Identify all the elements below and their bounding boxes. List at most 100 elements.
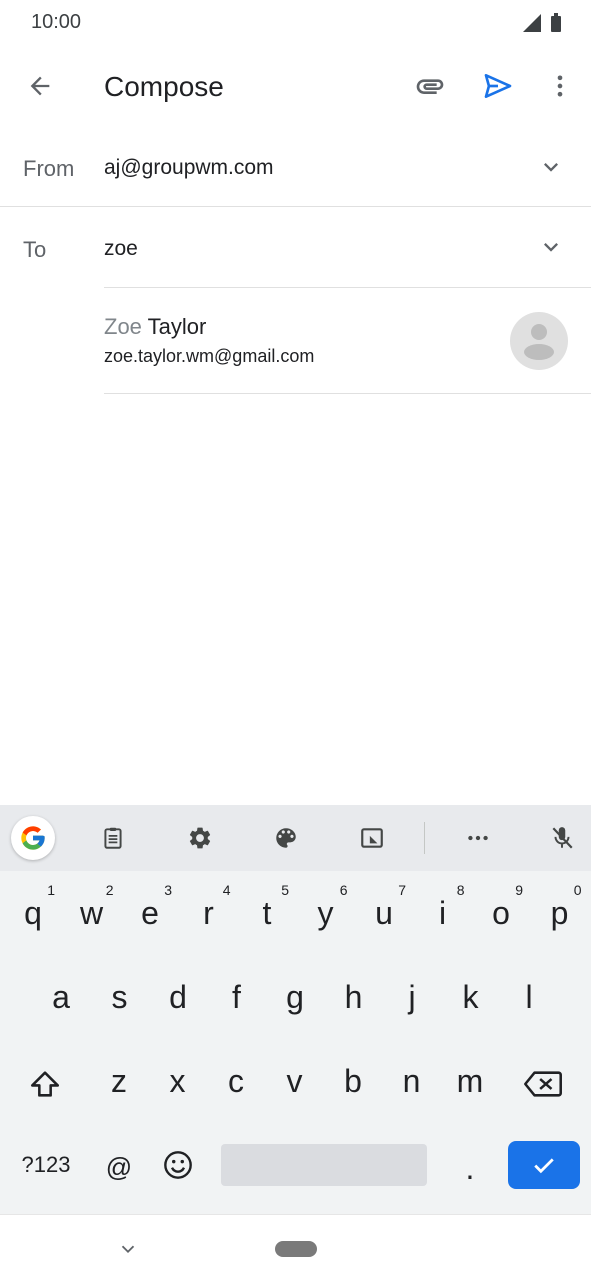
google-icon: [21, 826, 45, 850]
key-v[interactable]: v: [267, 1046, 323, 1116]
divider: [104, 287, 591, 288]
key-s[interactable]: s: [92, 962, 148, 1032]
keyboard: q1w2e3r4t5y6u7i8o9p0 asdfghjkl zxcvbnm ?…: [0, 805, 591, 1214]
divider: [104, 393, 591, 394]
more-options-button[interactable]: [540, 66, 580, 106]
symbols-key[interactable]: ?123: [10, 1130, 82, 1200]
key-hint: 8: [456, 882, 465, 898]
contact-name: Zoe Taylor: [104, 314, 206, 340]
period-key[interactable]: .: [442, 1133, 498, 1203]
floating-keyboard-icon: [361, 828, 383, 848]
at-key[interactable]: @: [91, 1132, 147, 1202]
settings-button[interactable]: [179, 817, 221, 859]
key-u[interactable]: u7: [356, 878, 412, 948]
hide-keyboard-button[interactable]: [112, 1233, 144, 1265]
google-button[interactable]: [11, 816, 55, 860]
key-b[interactable]: b: [325, 1046, 381, 1116]
key-label: y: [317, 894, 334, 931]
done-key[interactable]: [508, 1141, 580, 1189]
status-time: 10:00: [31, 11, 82, 33]
key-x[interactable]: x: [150, 1046, 206, 1116]
contact-name-match: Zoe: [104, 314, 142, 339]
key-hint: 5: [281, 882, 289, 898]
backspace-key[interactable]: [515, 1049, 571, 1119]
key-hint: 6: [339, 882, 348, 898]
key-d[interactable]: d: [150, 962, 206, 1032]
key-m[interactable]: m: [442, 1046, 498, 1116]
space-key[interactable]: [221, 1144, 427, 1186]
to-row[interactable]: To zoe: [0, 208, 591, 288]
from-expand-button[interactable]: [531, 147, 571, 187]
from-row[interactable]: From aj@groupwm.com: [0, 128, 591, 208]
status-bar: 10:00: [0, 0, 591, 46]
key-hint: 2: [105, 882, 114, 898]
chevron-down-icon: [544, 163, 558, 172]
back-button[interactable]: [20, 66, 60, 106]
settings-icon: [189, 827, 211, 849]
clipboard-icon: [104, 827, 122, 849]
key-label: t: [262, 894, 272, 931]
attach-button[interactable]: [408, 66, 452, 106]
clipboard-button[interactable]: [92, 817, 134, 859]
key-w[interactable]: w2: [64, 878, 120, 948]
toolbar-separator: [424, 822, 425, 854]
key-label: e: [141, 894, 159, 931]
divider: [0, 206, 591, 207]
key-i[interactable]: i8: [415, 878, 471, 948]
emoji-icon: [164, 1151, 192, 1179]
to-expand-button[interactable]: [531, 227, 571, 267]
key-q[interactable]: q1: [5, 878, 61, 948]
key-e[interactable]: e3: [122, 878, 178, 948]
key-y[interactable]: y6: [298, 878, 354, 948]
person-icon: [524, 324, 554, 360]
key-a[interactable]: a: [33, 962, 89, 1032]
send-button[interactable]: [476, 66, 520, 106]
key-hint: 3: [164, 882, 172, 898]
to-field[interactable]: zoe: [104, 237, 138, 261]
more-horizontal-icon: [468, 835, 488, 841]
key-o[interactable]: o9: [473, 878, 529, 948]
contact-suggestion[interactable]: Zoe Taylor zoe.taylor.wm@gmail.com: [104, 290, 591, 393]
key-label: o: [492, 894, 510, 931]
from-label: From: [23, 156, 75, 181]
shift-key[interactable]: [17, 1049, 73, 1119]
key-hint: 1: [47, 882, 55, 898]
chevron-down-icon: [121, 1245, 135, 1254]
home-handle[interactable]: [275, 1241, 317, 1257]
app-bar: Compose: [0, 46, 591, 128]
check-icon: [534, 1158, 554, 1174]
key-t[interactable]: t5: [239, 878, 295, 948]
more-tools-button[interactable]: [457, 817, 499, 859]
key-f[interactable]: f: [209, 962, 265, 1032]
key-label: q: [24, 894, 42, 931]
key-hint: 4: [222, 882, 231, 898]
voice-input-button[interactable]: [541, 817, 583, 859]
chevron-down-icon: [544, 243, 558, 252]
keyboard-toolbar: [0, 805, 591, 871]
arrow-back-icon: [30, 76, 50, 96]
palette-icon: [276, 828, 296, 848]
key-p[interactable]: p0: [532, 878, 588, 948]
send-icon: [484, 74, 512, 98]
key-r[interactable]: r4: [181, 878, 237, 948]
key-h[interactable]: h: [326, 962, 382, 1032]
key-k[interactable]: k: [443, 962, 499, 1032]
key-g[interactable]: g: [267, 962, 323, 1032]
mic-off-icon: [552, 827, 573, 849]
key-label: r: [203, 894, 214, 931]
avatar: [510, 312, 568, 370]
contact-email: zoe.taylor.wm@gmail.com: [104, 346, 315, 366]
key-label: p: [550, 894, 569, 931]
theme-button[interactable]: [265, 817, 307, 859]
more-vertical-icon: [557, 75, 563, 97]
paperclip-icon: [416, 79, 444, 94]
key-n[interactable]: n: [384, 1046, 440, 1116]
backspace-icon: [524, 1071, 562, 1097]
from-field[interactable]: aj@groupwm.com: [104, 156, 274, 180]
floating-keyboard-button[interactable]: [351, 817, 393, 859]
key-l[interactable]: l: [501, 962, 557, 1032]
emoji-key[interactable]: [150, 1130, 206, 1200]
key-z[interactable]: z: [91, 1046, 147, 1116]
key-j[interactable]: j: [384, 962, 440, 1032]
key-c[interactable]: c: [208, 1046, 264, 1116]
